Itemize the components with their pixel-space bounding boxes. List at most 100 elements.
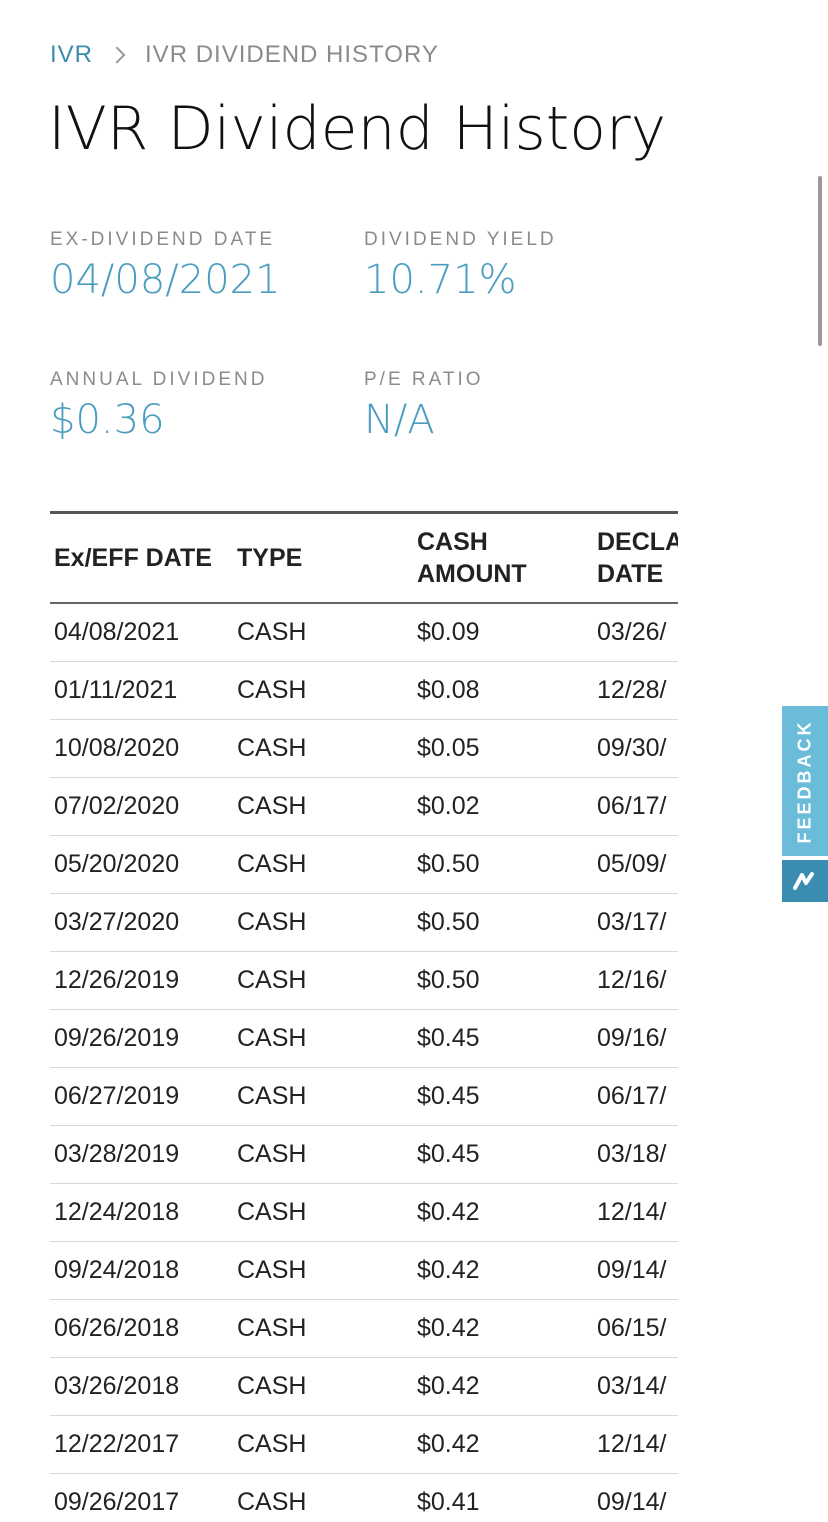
cell-type: CASH: [233, 1067, 413, 1126]
table-row: 09/26/2019 CASH $0.45 09/16/: [50, 1009, 678, 1068]
table-row: 03/28/2019 CASH $0.45 03/18/: [50, 1125, 678, 1184]
cell-ex-eff-date: 07/02/2020: [50, 777, 233, 836]
cell-declaration-date: 12/28/: [593, 661, 678, 720]
cell-type: CASH: [233, 661, 413, 720]
stat-ex-dividend-date: EX-DIVIDEND DATE 04/08/2021: [50, 229, 281, 303]
cell-type: CASH: [233, 1125, 413, 1184]
feedback-button[interactable]: FEEDBACK: [782, 706, 828, 856]
cell-type: CASH: [233, 1241, 413, 1300]
cell-type: CASH: [233, 1299, 413, 1358]
cell-declaration-date: 06/17/: [593, 777, 678, 836]
cell-declaration-date: 09/30/: [593, 719, 678, 778]
cell-cash-amount: $0.42: [413, 1299, 593, 1358]
cell-declaration-date: 05/09/: [593, 835, 678, 894]
dividend-history-table: Ex/EFF DATE TYPE CASH AMOUNT DECLARATION…: [50, 514, 678, 1522]
cell-cash-amount: $0.09: [413, 603, 593, 662]
cell-cash-amount: $0.50: [413, 893, 593, 952]
cell-cash-amount: $0.02: [413, 777, 593, 836]
table-row: 09/26/2017 CASH $0.41 09/14/: [50, 1473, 678, 1522]
cell-cash-amount: $0.05: [413, 719, 593, 778]
breadcrumb-current: IVR DIVIDEND HISTORY: [145, 41, 439, 68]
cell-cash-amount: $0.42: [413, 1415, 593, 1474]
cell-cash-amount: $0.50: [413, 835, 593, 894]
cell-ex-eff-date: 03/28/2019: [50, 1125, 233, 1184]
table-row: 03/26/2018 CASH $0.42 03/14/: [50, 1357, 678, 1416]
stat-label: EX-DIVIDEND DATE: [50, 229, 276, 250]
page-scrollbar-thumb[interactable]: [818, 176, 822, 346]
cell-type: CASH: [233, 1473, 413, 1522]
cell-type: CASH: [233, 719, 413, 778]
stat-value: $0.36: [50, 397, 165, 443]
stat-label: P/E RATIO: [364, 369, 484, 390]
table-body: 04/08/2021 CASH $0.09 03/26/01/11/2021 CASH $…: [50, 603, 678, 1522]
brand-logo-icon[interactable]: [782, 860, 828, 902]
cell-type: CASH: [233, 893, 413, 952]
cell-type: CASH: [233, 1009, 413, 1068]
cell-ex-eff-date: 09/26/2019: [50, 1009, 233, 1068]
dividend-table-scroll-container[interactable]: Ex/EFF DATE TYPE CASH AMOUNT DECLARATION…: [50, 511, 678, 1522]
cell-ex-eff-date: 09/26/2017: [50, 1473, 233, 1522]
cell-ex-eff-date: 04/08/2021: [50, 603, 233, 662]
brand-logo-icon-svg: [793, 872, 814, 890]
stat-label: ANNUAL DIVIDEND: [50, 369, 268, 390]
header-cash-amount[interactable]: CASH AMOUNT: [413, 514, 593, 604]
cell-declaration-date: 12/14/: [593, 1415, 678, 1474]
cell-type: CASH: [233, 835, 413, 894]
table-row: 07/02/2020 CASH $0.02 06/17/: [50, 777, 678, 836]
table-row: 05/20/2020 CASH $0.50 05/09/: [50, 835, 678, 894]
header-declaration-date[interactable]: DECLARATION DATE: [593, 514, 678, 604]
stat-value: 04/08/2021: [50, 257, 281, 303]
cell-ex-eff-date: 06/27/2019: [50, 1067, 233, 1126]
page-title: IVR Dividend History: [48, 94, 667, 164]
stat-value: N/A: [364, 397, 435, 443]
cell-type: CASH: [233, 1357, 413, 1416]
header-type[interactable]: TYPE: [233, 514, 413, 604]
table-header-row: Ex/EFF DATE TYPE CASH AMOUNT DECLARATION…: [50, 514, 678, 604]
cell-type: CASH: [233, 951, 413, 1010]
breadcrumb: IVR IVR DIVIDEND HISTORY: [50, 38, 439, 72]
cell-ex-eff-date: 09/24/2018: [50, 1241, 233, 1300]
header-ex-eff-date[interactable]: Ex/EFF DATE: [50, 514, 233, 604]
cell-declaration-date: 06/17/: [593, 1067, 678, 1126]
cell-cash-amount: $0.50: [413, 951, 593, 1010]
cell-cash-amount: $0.41: [413, 1473, 593, 1522]
cell-cash-amount: $0.42: [413, 1241, 593, 1300]
cell-declaration-date: 03/18/: [593, 1125, 678, 1184]
cell-cash-amount: $0.08: [413, 661, 593, 720]
cell-cash-amount: $0.42: [413, 1357, 593, 1416]
stat-value: 10.71%: [364, 257, 517, 303]
table-row: 12/24/2018 CASH $0.42 12/14/: [50, 1183, 678, 1242]
stat-pe-ratio: P/E RATIO N/A: [364, 369, 484, 443]
stat-dividend-yield: DIVIDEND YIELD 10.71%: [364, 229, 557, 303]
table-row: 12/26/2019 CASH $0.50 12/16/: [50, 951, 678, 1010]
cell-cash-amount: $0.45: [413, 1067, 593, 1126]
cell-ex-eff-date: 12/26/2019: [50, 951, 233, 1010]
chevron-right-icon: [108, 46, 126, 64]
cell-cash-amount: $0.45: [413, 1125, 593, 1184]
cell-ex-eff-date: 12/24/2018: [50, 1183, 233, 1242]
table-row: 01/11/2021 CASH $0.08 12/28/: [50, 661, 678, 720]
cell-ex-eff-date: 05/20/2020: [50, 835, 233, 894]
breadcrumb-link-ivr[interactable]: IVR: [50, 41, 93, 69]
cell-declaration-date: 03/26/: [593, 603, 678, 662]
cell-declaration-date: 06/15/: [593, 1299, 678, 1358]
stat-annual-dividend: ANNUAL DIVIDEND $0.36: [50, 369, 267, 443]
cell-type: CASH: [233, 603, 413, 662]
cell-ex-eff-date: 10/08/2020: [50, 719, 233, 778]
table-row: 06/27/2019 CASH $0.45 06/17/: [50, 1067, 678, 1126]
cell-type: CASH: [233, 1415, 413, 1474]
cell-ex-eff-date: 01/11/2021: [50, 661, 233, 720]
cell-ex-eff-date: 12/22/2017: [50, 1415, 233, 1474]
cell-ex-eff-date: 03/26/2018: [50, 1357, 233, 1416]
table-row: 09/24/2018 CASH $0.42 09/14/: [50, 1241, 678, 1300]
cell-ex-eff-date: 03/27/2020: [50, 893, 233, 952]
cell-declaration-date: 12/16/: [593, 951, 678, 1010]
cell-declaration-date: 12/14/: [593, 1183, 678, 1242]
table-row: 04/08/2021 CASH $0.09 03/26/: [50, 603, 678, 662]
table-row: 10/08/2020 CASH $0.05 09/30/: [50, 719, 678, 778]
cell-cash-amount: $0.45: [413, 1009, 593, 1068]
cell-declaration-date: 09/14/: [593, 1241, 678, 1300]
table-row: 12/22/2017 CASH $0.42 12/14/: [50, 1415, 678, 1474]
cell-declaration-date: 09/16/: [593, 1009, 678, 1068]
feedback-tab[interactable]: FEEDBACK: [782, 706, 828, 902]
